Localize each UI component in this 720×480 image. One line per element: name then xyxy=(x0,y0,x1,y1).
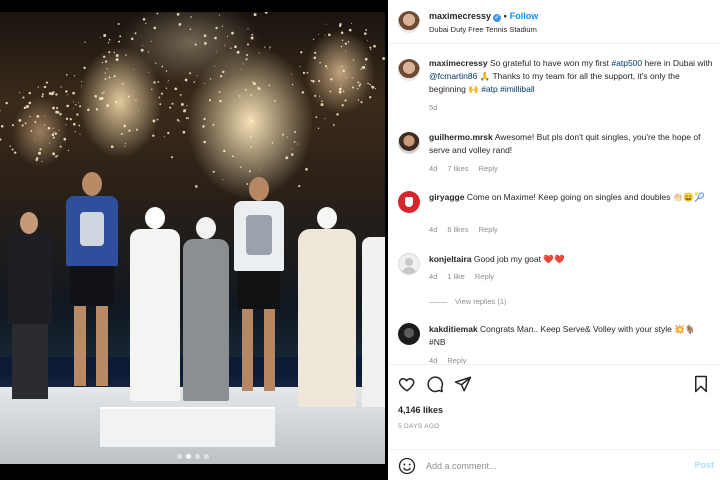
add-comment-input[interactable] xyxy=(426,457,686,475)
comment-text: Come on Maxime! Keep going on singles an… xyxy=(466,192,705,202)
author-avatar[interactable] xyxy=(398,11,420,33)
person-dignitary-right xyxy=(294,207,360,407)
comment: kakditiemak Congrats Man.. Keep Serve& V… xyxy=(429,323,714,349)
person-runner-up-player xyxy=(60,172,124,397)
person-dignitary-white-robe xyxy=(126,207,184,402)
post-photo[interactable] xyxy=(0,0,385,480)
comment-meta: 4d 1 like Reply xyxy=(429,272,504,281)
caption-avatar[interactable] xyxy=(398,59,420,81)
caption-username[interactable]: maximecressy xyxy=(429,58,488,68)
default-avatar-icon[interactable] xyxy=(398,253,420,275)
reply-button[interactable]: Reply xyxy=(475,272,494,281)
comment-username[interactable]: konjeltaira xyxy=(429,254,472,264)
follow-button[interactable]: Follow xyxy=(510,11,539,21)
comment-text: Good job my goat ❤️❤️ xyxy=(473,254,565,264)
carousel-dot[interactable] xyxy=(176,454,182,459)
comment-username[interactable]: kakditiemak xyxy=(429,324,478,334)
comment-likes[interactable]: 6 likes xyxy=(447,225,468,234)
caption-text: here in Dubai with xyxy=(642,58,713,68)
post-location[interactable]: Dubai Duty Free Tennis Stadium xyxy=(429,25,537,34)
author-row: maximecressy ✓ • Follow xyxy=(429,11,539,22)
add-comment-bar: Post xyxy=(388,449,720,480)
hashtag-link[interactable]: #atp xyxy=(481,84,498,94)
view-replies-button[interactable]: View replies (1) xyxy=(429,297,507,306)
comment-username[interactable]: giryagge xyxy=(429,192,464,202)
comment-icon[interactable] xyxy=(426,375,444,393)
comment: konjeltaira Good job my goat ❤️❤️ xyxy=(429,253,714,266)
hashtag-link[interactable]: #imilliball xyxy=(500,84,534,94)
comment: giryagge Come on Maxime! Keep going on s… xyxy=(429,191,714,204)
person-official-left xyxy=(4,212,56,399)
author-username[interactable]: maximecressy xyxy=(429,11,491,21)
caption: maximecressy So grateful to have won my … xyxy=(429,57,714,96)
reply-button[interactable]: Reply xyxy=(479,225,498,234)
comment-time: 4d xyxy=(429,225,438,234)
emoji-icon[interactable] xyxy=(398,457,416,475)
commenter-avatar[interactable] xyxy=(398,132,420,154)
commenter-avatar[interactable] xyxy=(398,323,420,345)
comment: guilhermo.mrsk Awesome! But pls don't qu… xyxy=(429,131,714,157)
instagram-post-view: maximecressy ✓ • Follow Dubai Duty Free Te… xyxy=(0,0,720,480)
commenter-avatar[interactable] xyxy=(398,191,420,213)
heart-icon[interactable] xyxy=(398,375,416,393)
comment-likes[interactable]: 7 likes xyxy=(447,164,468,173)
reply-button[interactable]: Reply xyxy=(479,164,498,173)
post-header: maximecressy ✓ • Follow Dubai Duty Free Te… xyxy=(388,0,720,44)
comment-time: 4d xyxy=(429,164,438,173)
bookmark-icon[interactable] xyxy=(692,375,710,393)
person-dignitary-gray-robe xyxy=(180,217,232,402)
like-count[interactable]: 4,146 likes xyxy=(398,405,443,415)
carousel-indicator xyxy=(0,446,385,464)
comment-meta: 4d 7 likes Reply xyxy=(429,164,508,173)
post-details-panel: maximecressy ✓ • Follow Dubai Duty Free Te… xyxy=(388,0,720,480)
share-icon[interactable] xyxy=(454,375,472,393)
hashtag-link[interactable]: #atp500 xyxy=(611,58,642,68)
mention-link[interactable]: @fcmartin86 xyxy=(429,71,477,81)
person-champion-player xyxy=(228,177,290,402)
comment-meta: 4d 6 likes Reply xyxy=(429,225,508,234)
comment-username[interactable]: guilhermo.mrsk xyxy=(429,132,493,142)
podium-step xyxy=(100,407,275,447)
caption-time: 5d xyxy=(429,103,438,112)
carousel-dot[interactable] xyxy=(203,454,209,459)
person-edge-right xyxy=(362,227,385,407)
post-date: 5 DAYS AGO xyxy=(398,423,440,430)
action-bar: 4,146 likes 5 DAYS AGO Post xyxy=(388,364,720,480)
verified-badge-icon: ✓ xyxy=(493,14,502,22)
post-comment-button[interactable]: Post xyxy=(694,460,714,470)
caption-text: So grateful to have won my first xyxy=(489,58,612,68)
trophy-ceremony-image xyxy=(0,12,385,464)
carousel-dot[interactable] xyxy=(185,454,191,459)
carousel-dot[interactable] xyxy=(194,454,200,459)
comment-likes[interactable]: 1 like xyxy=(447,272,465,281)
comment-time: 4d xyxy=(429,272,438,281)
